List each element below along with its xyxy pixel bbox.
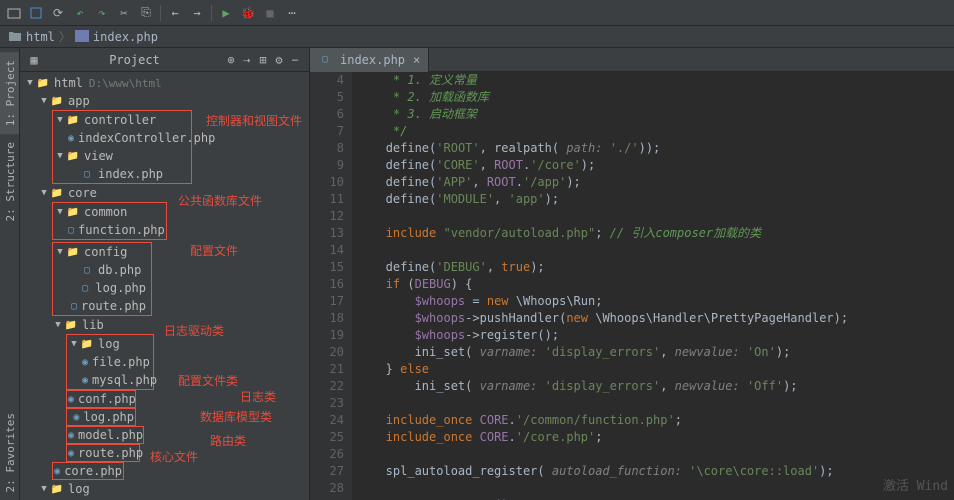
code-editor[interactable]: 4567891011121314151617181920212223242526… bbox=[310, 72, 954, 500]
tree-file[interactable]: ◉core.php bbox=[52, 462, 124, 480]
editor-tabs: ▢ index.php × bbox=[310, 48, 954, 72]
tab-label: index.php bbox=[340, 53, 405, 67]
undo-icon[interactable]: ↶ bbox=[72, 5, 88, 21]
stop-icon[interactable]: ■ bbox=[262, 5, 278, 21]
tree-file[interactable]: ◉indexController.php bbox=[54, 129, 190, 147]
tree-root[interactable]: ▼📁htmlD:\www\html bbox=[20, 74, 309, 92]
back-icon[interactable]: ← bbox=[167, 5, 183, 21]
panel-header: ▦ Project ⊕ ⇢ ⊞ ⚙ − bbox=[20, 48, 309, 72]
run-icon[interactable]: ▶ bbox=[218, 5, 234, 21]
tab-structure[interactable]: 2: Structure bbox=[0, 134, 19, 229]
open-icon[interactable] bbox=[6, 5, 22, 21]
tree-folder-view[interactable]: ▼📁view bbox=[54, 147, 190, 165]
debug-icon[interactable]: 🐞 bbox=[240, 5, 256, 21]
annotation: 数据库模型类 bbox=[200, 408, 272, 425]
breadcrumb-root[interactable]: html bbox=[26, 30, 55, 44]
annotation: 控制器和视图文件 bbox=[206, 112, 302, 129]
tree-folder-app[interactable]: ▼📁app bbox=[20, 92, 309, 110]
tab-favorites[interactable]: 2: Favorites bbox=[0, 405, 19, 500]
tree-file[interactable]: ◉route.php bbox=[66, 444, 140, 462]
code-content[interactable]: * 1. 定义常量 * 2. 加载函数库 * 3. 启动框架 */ define… bbox=[352, 72, 954, 500]
watermark: 激活 Wind bbox=[883, 475, 948, 494]
save-icon[interactable] bbox=[28, 5, 44, 21]
project-tree: ▼📁htmlD:\www\html ▼📁app ▼📁controller ◉in… bbox=[20, 72, 309, 500]
annotation: 配置文件类 bbox=[178, 372, 238, 389]
tree-folder-log[interactable]: ▼📁log bbox=[68, 335, 152, 353]
line-gutter: 4567891011121314151617181920212223242526… bbox=[310, 72, 352, 500]
tree-folder-common[interactable]: ▼📁common bbox=[54, 203, 165, 221]
refresh-icon[interactable]: ⟳ bbox=[50, 5, 66, 21]
gear-icon[interactable]: ⚙ bbox=[271, 53, 287, 67]
tree-file[interactable]: ▢db.php bbox=[54, 261, 150, 279]
separator bbox=[211, 5, 212, 21]
separator bbox=[160, 5, 161, 21]
tree-folder-config[interactable]: ▼📁config bbox=[54, 243, 150, 261]
forward-icon[interactable]: → bbox=[189, 5, 205, 21]
expand-icon[interactable]: ⊞ bbox=[255, 53, 271, 67]
tree-file[interactable]: ◉log.php bbox=[66, 408, 136, 426]
annotation: 路由类 bbox=[210, 432, 246, 449]
annotation: 核心文件 bbox=[150, 448, 198, 465]
more-icon[interactable]: ⋯ bbox=[284, 5, 300, 21]
breadcrumb: html 〉 index.php bbox=[0, 26, 954, 48]
main-toolbar: ⟳ ↶ ↷ ✂ ⎘ ← → ▶ 🐞 ■ ⋯ bbox=[0, 0, 954, 26]
redo-icon[interactable]: ↷ bbox=[94, 5, 110, 21]
project-panel: ▦ Project ⊕ ⇢ ⊞ ⚙ − ▼📁htmlD:\www\html ▼📁… bbox=[20, 48, 310, 500]
tree-file[interactable]: ◉conf.php bbox=[66, 390, 136, 408]
editor-tab-index[interactable]: ▢ index.php × bbox=[310, 48, 429, 72]
collapse-icon[interactable]: ⊕ bbox=[223, 53, 239, 67]
cut-icon[interactable]: ✂ bbox=[116, 5, 132, 21]
tree-file[interactable]: ▢function.php bbox=[54, 221, 165, 239]
hide-icon[interactable]: − bbox=[287, 53, 303, 67]
breadcrumb-file[interactable]: index.php bbox=[93, 30, 158, 44]
tree-file[interactable]: ◉model.php bbox=[66, 426, 144, 444]
project-icon: ▦ bbox=[26, 53, 42, 67]
annotation: 日志驱动类 bbox=[164, 322, 224, 339]
tree-file[interactable]: ▢log.php bbox=[54, 279, 150, 297]
left-tool-tabs: 1: Project 2: Structure 2: Favorites bbox=[0, 48, 20, 500]
tree-file[interactable]: ▢route.php bbox=[54, 297, 150, 315]
tree-folder-log[interactable]: ▼📁log bbox=[20, 480, 309, 498]
folder-icon bbox=[8, 30, 22, 44]
tree-folder-core[interactable]: ▼📁core bbox=[20, 184, 309, 202]
annotation: 公共函数库文件 bbox=[178, 192, 262, 209]
copy-icon[interactable]: ⎘ bbox=[138, 5, 154, 21]
php-file-icon: ▢ bbox=[318, 53, 332, 67]
panel-title: Project bbox=[46, 53, 223, 67]
tree-folder-controller[interactable]: ▼📁controller bbox=[54, 111, 190, 129]
tree-file[interactable]: ▢index.php bbox=[54, 165, 190, 183]
chevron-right-icon: 〉 bbox=[59, 28, 71, 45]
php-file-icon bbox=[75, 30, 89, 44]
annotation: 日志类 bbox=[240, 388, 276, 405]
tab-project[interactable]: 1: Project bbox=[0, 52, 19, 134]
select-opened-icon[interactable]: ⇢ bbox=[239, 53, 255, 67]
close-icon[interactable]: × bbox=[413, 53, 420, 67]
annotation: 配置文件 bbox=[190, 242, 238, 259]
tree-file[interactable]: ◉mysql.php bbox=[68, 371, 152, 389]
tree-file[interactable]: ◉file.php bbox=[68, 353, 152, 371]
editor-area: ▢ index.php × 45678910111213141516171819… bbox=[310, 48, 954, 500]
